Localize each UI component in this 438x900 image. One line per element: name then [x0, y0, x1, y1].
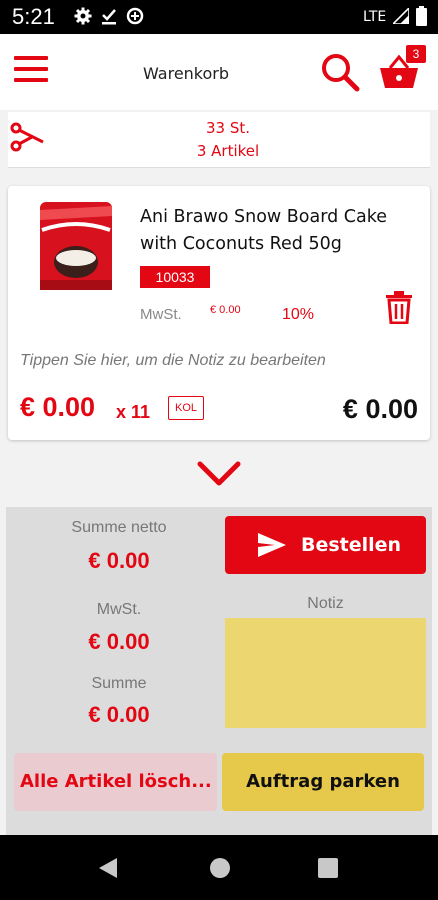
- vat-amount: € 0.00: [210, 304, 241, 316]
- vat-total-value: € 0.00: [88, 629, 150, 654]
- status-time: 5:21: [12, 4, 55, 29]
- menu-icon-line: [14, 56, 48, 60]
- vat-label: MwSt.: [140, 306, 182, 323]
- page-title: Warenkorb: [142, 64, 230, 83]
- clear-all-button[interactable]: Alle Artikel lösch...: [14, 753, 217, 811]
- summary-articles: 3 Artikel: [196, 142, 260, 160]
- vat-rate: 10%: [282, 306, 315, 323]
- item-quantity[interactable]: x 11: [116, 402, 150, 423]
- settings-icon: [74, 7, 92, 25]
- item-note-edit[interactable]: Tippen Sie hier, um die Notiz zu bearbei…: [20, 352, 326, 370]
- back-icon[interactable]: [98, 857, 118, 879]
- net-total-value: € 0.00: [88, 548, 150, 573]
- net-total-label: Summe netto: [71, 519, 167, 536]
- order-note-field[interactable]: [225, 618, 426, 728]
- line-total: € 0.00: [342, 394, 418, 424]
- status-notification-icons: [74, 7, 144, 25]
- menu-icon-line: [14, 78, 48, 82]
- sum-total-label: Summe: [91, 675, 147, 692]
- send-icon: [258, 533, 286, 557]
- unit-badge: KOL: [168, 396, 204, 420]
- note-label: Notiz: [307, 595, 344, 612]
- download-done-icon: [102, 9, 116, 25]
- list-edge: [8, 160, 430, 168]
- chevron-down-icon[interactable]: [197, 460, 241, 488]
- summary-quantity: 33 St.: [205, 119, 251, 137]
- cart-item-card[interactable]: Ani Brawo Snow Board Cake with Coconuts …: [8, 186, 430, 440]
- sum-total-value: € 0.00: [88, 702, 150, 727]
- order-button-label: Bestellen: [301, 534, 402, 556]
- unit-price: € 0.00: [20, 392, 96, 422]
- signal-icon: [393, 8, 409, 24]
- vat-total-label: MwSt.: [96, 601, 142, 618]
- status-bar: 5:21 LTE: [0, 0, 438, 34]
- park-order-button[interactable]: Auftrag parken: [222, 753, 424, 811]
- order-button[interactable]: Bestellen: [225, 516, 426, 574]
- home-icon[interactable]: [210, 858, 230, 878]
- search-icon[interactable]: [320, 52, 360, 92]
- menu-icon-line: [14, 67, 48, 71]
- product-image: [40, 202, 112, 290]
- battery-icon: [416, 6, 427, 26]
- product-code-badge: 10033: [140, 266, 210, 288]
- menu-button[interactable]: [14, 56, 52, 86]
- data-saver-icon: [126, 7, 144, 25]
- product-name: Ani Brawo Snow Board Cake with Coconuts …: [140, 207, 387, 254]
- cart-count-badge: 3: [406, 45, 426, 63]
- cart-summary: 33 St. 3 Artikel: [8, 112, 430, 164]
- recent-apps-icon[interactable]: [318, 858, 338, 878]
- scissors-icon[interactable]: [10, 122, 44, 152]
- network-type: LTE: [363, 9, 387, 25]
- trash-icon[interactable]: [384, 290, 414, 324]
- system-nav-bar: [0, 835, 438, 900]
- app-bar: Warenkorb 3: [0, 34, 438, 110]
